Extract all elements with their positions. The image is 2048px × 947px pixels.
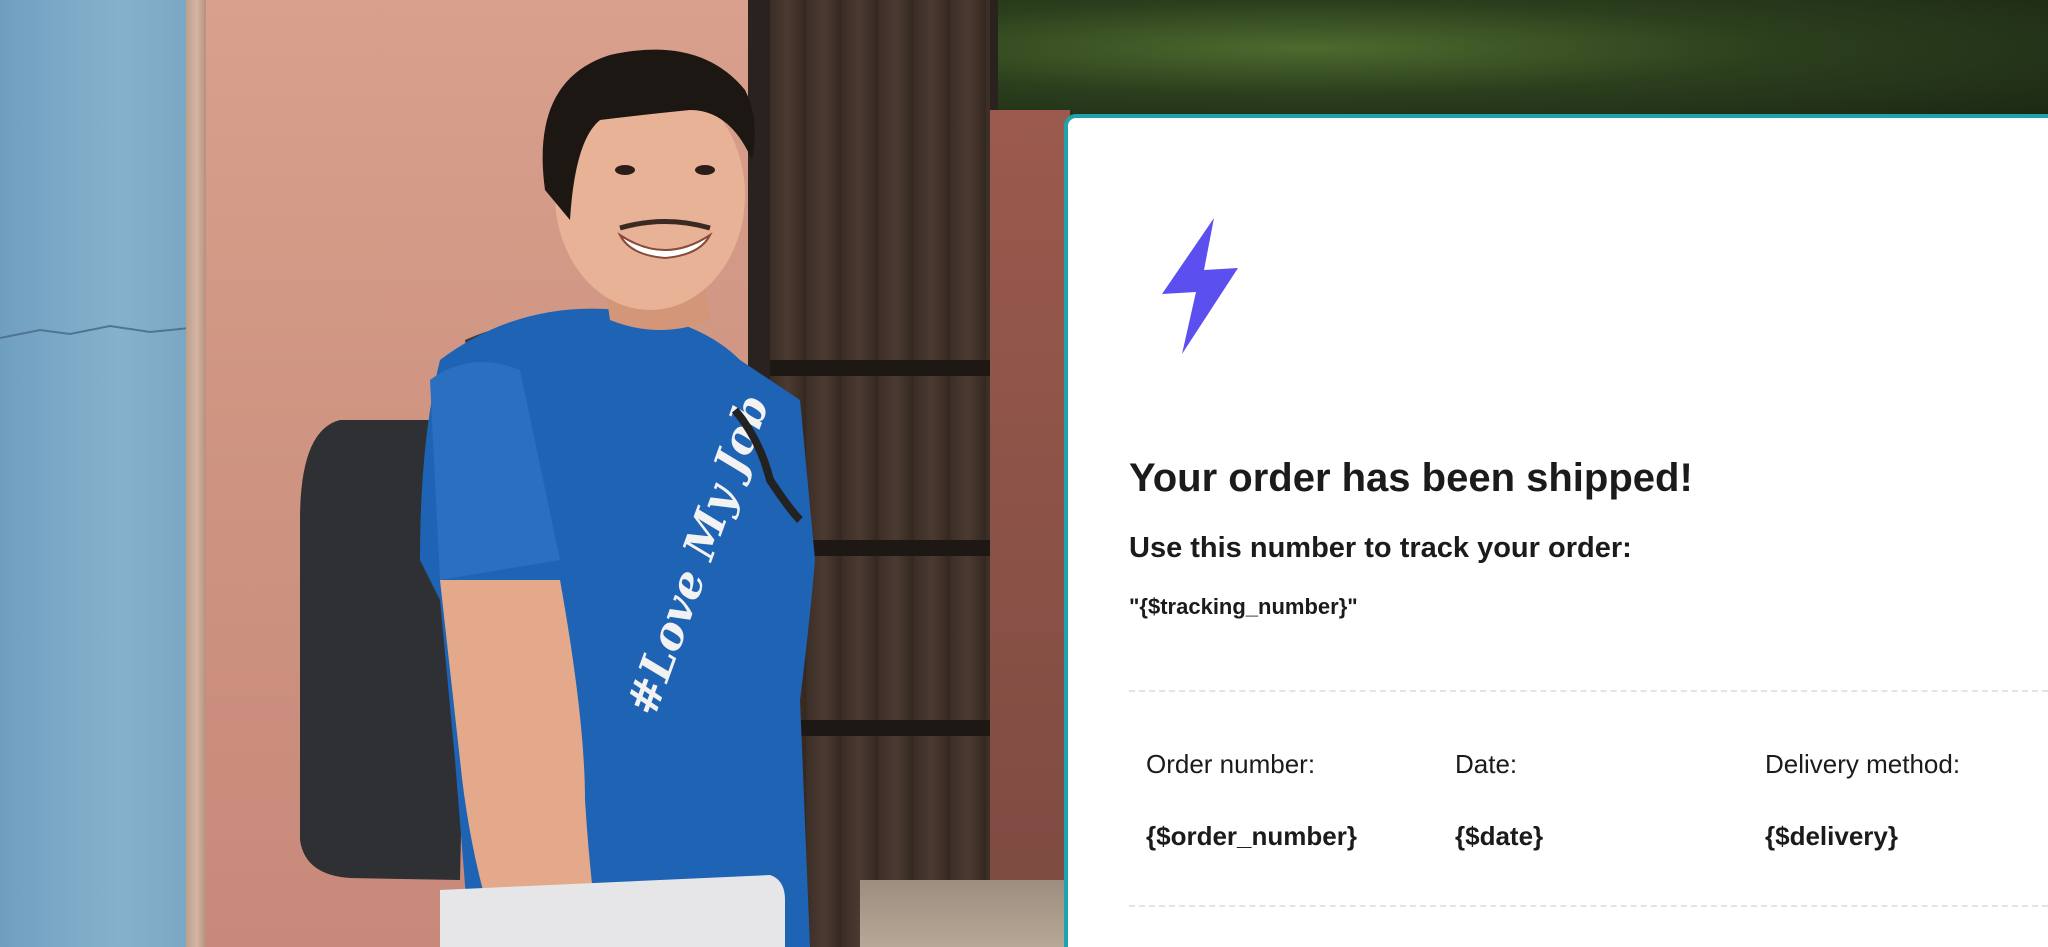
lightning-bolt-icon — [1162, 218, 1238, 354]
delivery-method-value: {$delivery} — [1765, 821, 1898, 851]
background-foliage — [990, 0, 2048, 120]
eye — [615, 165, 635, 175]
eye — [695, 165, 715, 175]
divider — [1129, 690, 2048, 692]
date-value: {$date} — [1455, 821, 1544, 851]
divider — [1129, 905, 2048, 907]
delivery-method-label: Delivery method: — [1765, 749, 1961, 779]
page-title: Your order has been shipped! — [1129, 456, 1693, 500]
date-label: Date: — [1455, 749, 1518, 779]
order-number-label: Order number: — [1146, 749, 1316, 779]
email-preview-canvas: #Love My Job Your order has been shipped… — [0, 0, 2048, 947]
tracking-number: "{$tracking_number}" — [1129, 594, 1358, 619]
tracking-instructions: Use this number to track your order: — [1129, 532, 1632, 564]
hero-photo-person: #Love My Job — [300, 49, 815, 947]
order-number-value: {$order_number} — [1146, 821, 1357, 851]
